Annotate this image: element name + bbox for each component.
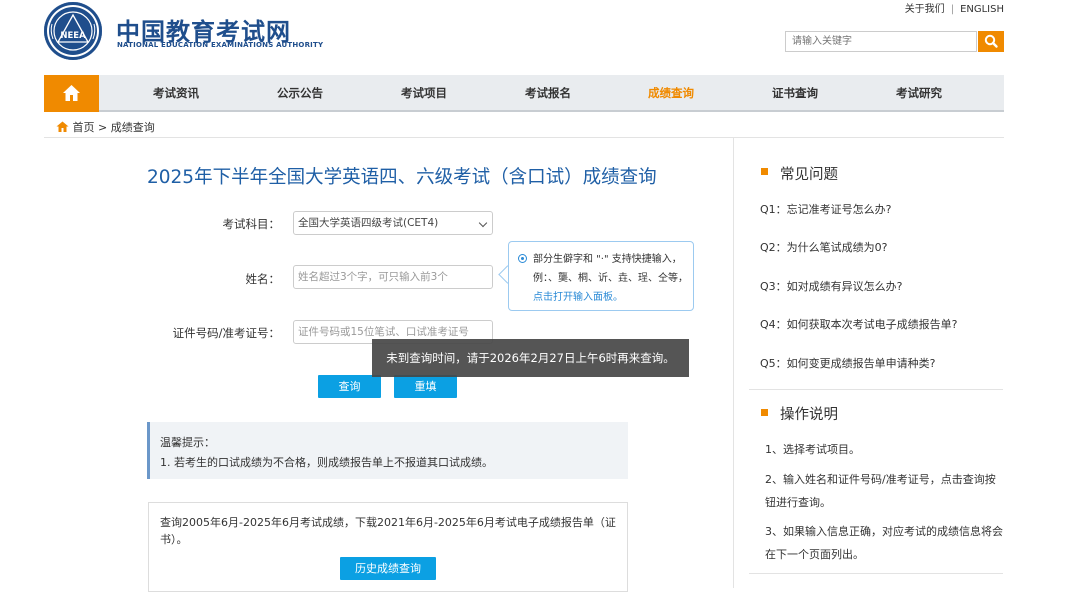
nav-item-registration[interactable]: 考试报名 — [525, 75, 571, 112]
nav-item-announcements[interactable]: 公示公告 — [277, 75, 323, 112]
radio-dot-icon — [518, 254, 527, 263]
nav-item-certificate-query[interactable]: 证书查询 — [772, 75, 818, 112]
nav-item-exam-news[interactable]: 考试资讯 — [153, 75, 199, 112]
about-link[interactable]: 关于我们 — [905, 4, 945, 15]
breadcrumb-current[interactable]: 成绩查询 — [111, 121, 155, 134]
faq-item-4[interactable]: Q4：如何获取本次考试电子成绩报告单? — [760, 316, 958, 332]
ops-step-1: 1、选择考试项目。 — [765, 443, 860, 456]
home-icon — [63, 85, 80, 101]
subject-select[interactable]: 全国大学英语四级考试(CET4) — [293, 211, 493, 235]
logo-seal-text: NEEA — [60, 31, 86, 41]
site-logo-subtitle: NATIONAL EDUCATION EXAMINATIONS AUTHORIT… — [117, 41, 324, 49]
search-input[interactable] — [785, 31, 977, 52]
faq-item-5[interactable]: Q5：如何变更成绩报告单申请种类? — [760, 355, 936, 371]
name-input[interactable]: 姓名超过3个字，可只输入前3个 — [293, 265, 493, 289]
id-label: 证件号码/准考证号： — [172, 326, 280, 340]
faq-title: 常见问题 — [780, 167, 838, 183]
breadcrumb-divider — [44, 137, 1004, 138]
notice-box — [147, 422, 628, 479]
subject-select-value: 全国大学英语四级考试(CET4) — [298, 217, 439, 229]
notice-item: 1. 若考生的口试成绩为不合格，则成绩报告单上不报道其口试成绩。 — [160, 456, 493, 469]
input-tip-text: 部分生僻字和 "·" 支持快捷输入，例：、龑、桐、䜣、垚、珵、仝等， 点击打开输入… — [533, 250, 689, 307]
ops-step-3: 3、如果输入信息正确，对应考试的成绩信息将会在下一个页面列出。 — [765, 525, 1003, 561]
search-icon — [984, 34, 998, 48]
neea-logo-seal[interactable]: NEEA — [44, 2, 102, 60]
sidebar-divider — [733, 138, 734, 588]
sidebar-section-divider — [749, 389, 1003, 390]
history-query-button[interactable]: 历史成绩查询 — [340, 557, 436, 580]
search-button[interactable] — [978, 31, 1004, 52]
chevron-down-icon — [478, 218, 488, 228]
name-label: 姓名： — [245, 272, 281, 286]
breadcrumb-separator: > — [98, 121, 108, 134]
faq-item-3[interactable]: Q3：如对成绩有异议怎么办? — [760, 278, 903, 294]
ops-title: 操作说明 — [780, 407, 838, 423]
breadcrumb: 首页 > 成绩查询 — [56, 119, 155, 135]
input-tip-body: 部分生僻字和 "·" 支持快捷输入，例：、龑、桐、䜣、垚、珵、仝等， — [533, 254, 688, 284]
history-text: 查询2005年6月-2025年6月考试成绩，下载2021年6月-2025年6月考… — [160, 516, 616, 546]
nav-item-exam-research[interactable]: 考试研究 — [896, 75, 942, 112]
breadcrumb-home[interactable]: 首页 — [73, 121, 95, 134]
faq-item-2[interactable]: Q2：为什么笔试成绩为0? — [760, 239, 888, 255]
faq-item-1[interactable]: Q1：忘记准考证号怎么办? — [760, 201, 892, 217]
reset-button[interactable]: 重填 — [394, 375, 457, 398]
english-link[interactable]: ENGLISH — [960, 4, 1004, 15]
notice-title: 温馨提示： — [160, 436, 215, 449]
nav-item-exam-programs[interactable]: 考试项目 — [401, 75, 447, 112]
query-button[interactable]: 查询 — [318, 375, 381, 398]
top-links-separator: | — [950, 4, 955, 15]
subject-label: 考试科目： — [222, 217, 281, 231]
ops-bullet-icon — [761, 409, 768, 416]
page-title: 2025年下半年全国大学英语四、六级考试（含口试）成绩查询 — [147, 167, 657, 188]
sidebar-bottom-divider — [749, 573, 1003, 574]
nav-home-button[interactable] — [44, 75, 99, 112]
nav-item-score-query[interactable]: 成绩查询 — [648, 75, 694, 112]
logo-seal-graphic: NEEA — [50, 11, 96, 51]
open-input-panel-link[interactable]: 点击打开输入面板。 — [533, 292, 623, 303]
top-links: 关于我们 | ENGLISH — [905, 0, 1004, 15]
ops-step-2: 2、输入姓名和证件号码/准考证号，点击查询按钮进行查询。 — [765, 473, 996, 509]
breadcrumb-home-icon — [56, 121, 69, 132]
query-time-toast: 未到查询时间，请于2026年2月27日上午6时再来查询。 — [372, 339, 689, 377]
faq-bullet-icon — [761, 168, 768, 175]
